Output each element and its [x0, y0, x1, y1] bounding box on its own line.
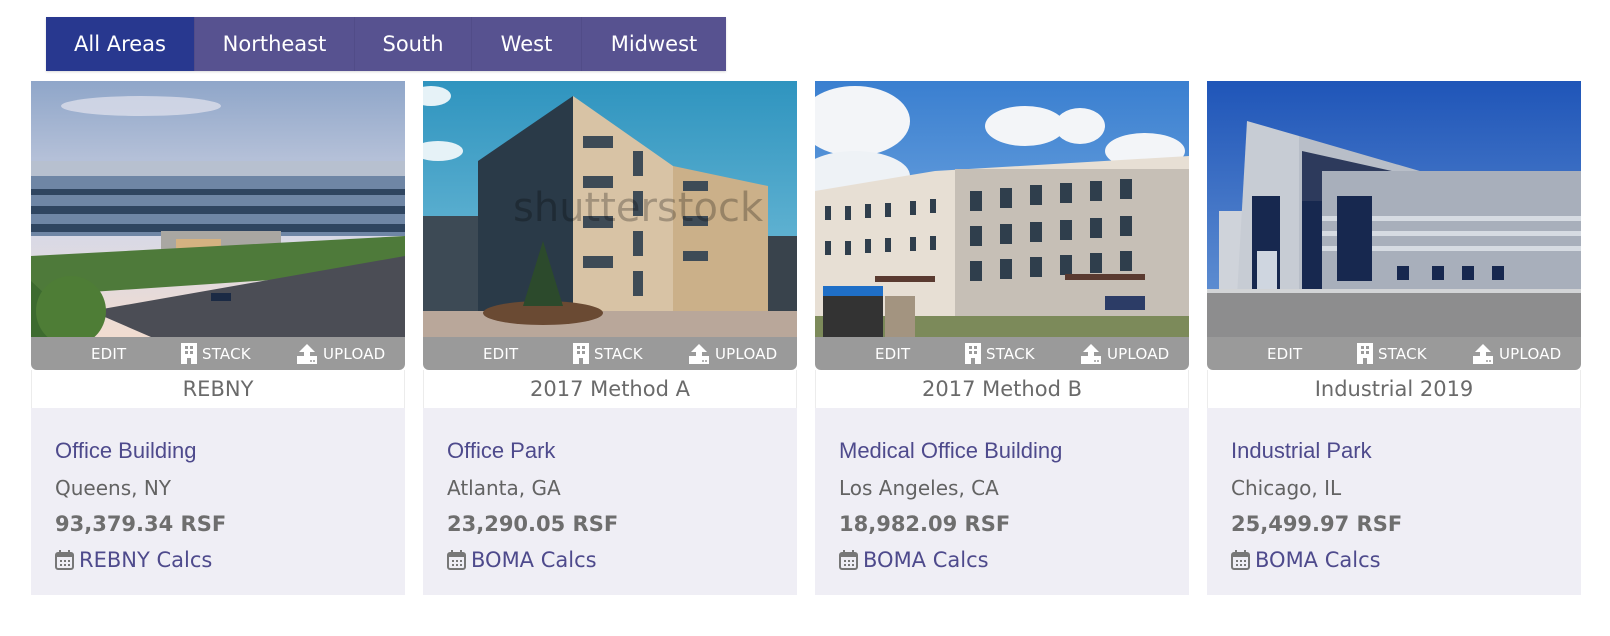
calcs-link[interactable]: REBNY Calcs [55, 548, 212, 572]
property-card: EDIT STACK UPLOAD REBNY Office Building … [31, 81, 405, 595]
building-icon [965, 343, 981, 364]
upload-label: UPLOAD [715, 344, 778, 363]
property-rsf: 25,499.97 RSF [1231, 512, 1403, 536]
stack-label: STACK [202, 344, 251, 363]
calcs-link-label: BOMA Calcs [863, 548, 989, 572]
tab-midwest[interactable]: Midwest [582, 17, 726, 71]
measurement-method: REBNY [31, 370, 405, 408]
tab-south[interactable]: South [355, 17, 472, 71]
stack-label: STACK [594, 344, 643, 363]
upload-button[interactable]: UPLOAD [296, 343, 386, 364]
card-action-bar: EDIT STACK UPLOAD [1207, 337, 1581, 370]
property-type-link[interactable]: Medical Office Building [839, 438, 1062, 464]
property-card: EDIT STACK UPLOAD Industrial 2019 Indust… [1207, 81, 1581, 595]
property-location: Atlanta, GA [447, 476, 561, 500]
upload-label: UPLOAD [1107, 344, 1170, 363]
upload-button[interactable]: UPLOAD [1080, 343, 1170, 364]
edit-button[interactable]: EDIT [91, 345, 126, 363]
medical-office-image [815, 81, 1189, 337]
stack-button[interactable]: STACK [965, 343, 1035, 364]
property-card-list: EDIT STACK UPLOAD REBNY Office Building … [31, 81, 1581, 595]
edit-button[interactable]: EDIT [875, 345, 910, 363]
upload-icon [297, 343, 317, 364]
office-building-image [31, 81, 405, 337]
stack-button[interactable]: STACK [1357, 343, 1427, 364]
tab-west[interactable]: West [472, 17, 582, 71]
calcs-link[interactable]: BOMA Calcs [447, 548, 597, 572]
property-rsf: 18,982.09 RSF [839, 512, 1011, 536]
edit-button[interactable]: EDIT [483, 345, 518, 363]
card-action-bar: EDIT STACK UPLOAD [31, 337, 405, 370]
upload-icon [689, 343, 709, 364]
property-type-link[interactable]: Office Park [447, 438, 555, 464]
tab-all-areas[interactable]: All Areas [46, 17, 195, 71]
property-rsf: 23,290.05 RSF [447, 512, 619, 536]
industrial-park-image [1207, 81, 1581, 337]
stack-label: STACK [1378, 344, 1427, 363]
property-rsf: 93,379.34 RSF [55, 512, 227, 536]
calcs-link-label: REBNY Calcs [79, 548, 213, 572]
building-icon [1357, 343, 1373, 364]
upload-label: UPLOAD [1499, 344, 1562, 363]
tab-northeast[interactable]: Northeast [195, 17, 355, 71]
calcs-link-label: BOMA Calcs [1255, 548, 1381, 572]
upload-button[interactable]: UPLOAD [688, 343, 778, 364]
calcs-link[interactable]: BOMA Calcs [1231, 548, 1381, 572]
edit-label: EDIT [1267, 344, 1303, 363]
measurement-method: 2017 Method B [815, 370, 1189, 408]
property-location: Chicago, IL [1231, 476, 1342, 500]
building-icon [573, 343, 589, 364]
property-type-link[interactable]: Office Building [55, 438, 196, 464]
calendar-icon [839, 550, 858, 570]
card-action-bar: EDIT STACK UPLOAD [423, 337, 797, 370]
stack-button[interactable]: STACK [181, 343, 251, 364]
office-park-image: shutterstock [423, 81, 797, 337]
upload-icon [1473, 343, 1493, 364]
property-info: Industrial Park Chicago, IL 25,499.97 RS… [1207, 408, 1581, 595]
calendar-icon [1231, 550, 1250, 570]
calcs-link-label: BOMA Calcs [471, 548, 597, 572]
edit-label: EDIT [91, 344, 127, 363]
property-photo[interactable] [1207, 81, 1581, 337]
property-info: Medical Office Building Los Angeles, CA … [815, 408, 1189, 595]
upload-label: UPLOAD [323, 344, 386, 363]
stack-label: STACK [986, 344, 1035, 363]
measurement-method: 2017 Method A [423, 370, 797, 408]
edit-button[interactable]: EDIT [1267, 345, 1302, 363]
property-type-link[interactable]: Industrial Park [1231, 438, 1372, 464]
stack-button[interactable]: STACK [573, 343, 643, 364]
svg-text:shutterstock: shutterstock [513, 185, 764, 231]
card-action-bar: EDIT STACK UPLOAD [815, 337, 1189, 370]
edit-label: EDIT [483, 344, 519, 363]
property-location: Queens, NY [55, 476, 172, 500]
upload-button[interactable]: UPLOAD [1472, 343, 1562, 364]
upload-icon [1081, 343, 1101, 364]
calcs-link[interactable]: BOMA Calcs [839, 548, 989, 572]
calendar-icon [447, 550, 466, 570]
building-icon [181, 343, 197, 364]
property-info: Office Building Queens, NY 93,379.34 RSF… [31, 408, 405, 595]
property-card: EDIT STACK UPLOAD 2017 Method B Medical … [815, 81, 1189, 595]
calendar-icon [55, 550, 74, 570]
measurement-method: Industrial 2019 [1207, 370, 1581, 408]
region-tab-bar: All Areas Northeast South West Midwest [46, 17, 726, 71]
property-photo[interactable] [815, 81, 1189, 337]
property-card: shutterstock EDIT STACK UPLOAD 2017 Meth… [423, 81, 797, 595]
property-info: Office Park Atlanta, GA 23,290.05 RSF BO… [423, 408, 797, 595]
property-photo[interactable] [31, 81, 405, 337]
edit-label: EDIT [875, 344, 911, 363]
property-photo[interactable]: shutterstock [423, 81, 797, 337]
property-location: Los Angeles, CA [839, 476, 999, 500]
